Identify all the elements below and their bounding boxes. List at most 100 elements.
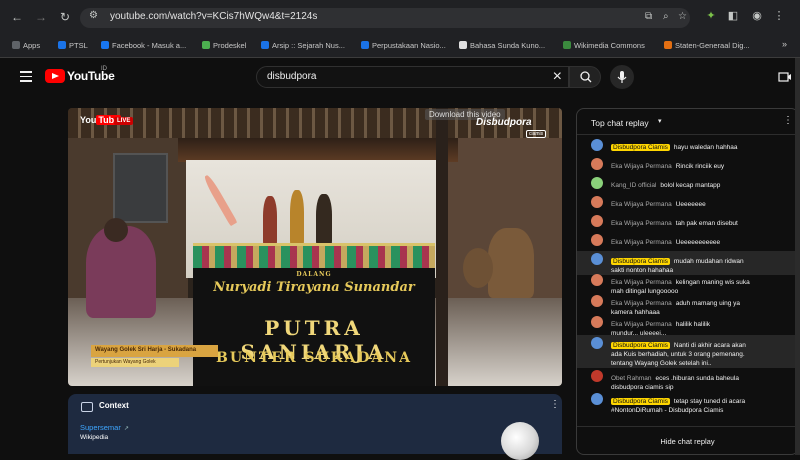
banner-dalang-label: DALANG <box>296 271 332 278</box>
banner-location: BUNTER SUKADANA <box>216 350 412 366</box>
context-more-icon[interactable]: ⋮ <box>550 399 560 410</box>
profile-icon[interactable]: ◉ <box>750 9 764 23</box>
chat-avatar[interactable] <box>591 234 603 246</box>
chat-message-text: kamera hahhaaa <box>611 309 660 316</box>
voice-search-button[interactable] <box>610 65 634 89</box>
chat-message-text: tentang Wayang Golek setelah ini.. <box>611 360 712 367</box>
page-scrollbar[interactable] <box>795 58 800 455</box>
chat-avatar[interactable] <box>591 370 603 382</box>
chat-message: disbudpora ciamis sip <box>611 380 793 392</box>
lower-third-subtitle: Pertunjukan Wayang Golek <box>91 358 179 367</box>
chat-message-text: #NontonDiRumah - Disbudpora Ciamis <box>611 407 724 414</box>
video-scene-gong <box>463 248 493 288</box>
chat-header: Top chat replay ▾ ⋮ <box>577 109 798 135</box>
search-input[interactable]: disbudpora × <box>256 66 569 88</box>
chat-avatar[interactable] <box>591 215 603 227</box>
chat-message-text: Rincik rinciik euy <box>675 163 725 170</box>
chat-author[interactable]: Eka Wijaya Permana <box>611 201 672 208</box>
chat-message: tentang Wayang Golek setelah ini.. <box>611 356 793 368</box>
bookmark-ptsl[interactable]: PTSL <box>58 41 88 50</box>
bookmark-bahasa-sunda[interactable]: Bahasa Sunda Kuno... <box>459 41 545 50</box>
back-icon[interactable]: ← <box>10 10 24 24</box>
chat-message-text: Ueeeeeeeeeee <box>675 239 721 246</box>
extensions-puzzle-icon[interactable]: ◧ <box>726 9 740 23</box>
chat-author[interactable]: Eka Wijaya Permana <box>611 220 672 227</box>
chat-avatar[interactable] <box>591 139 603 151</box>
chat-more-icon[interactable]: ⋮ <box>783 115 793 126</box>
chat-avatar[interactable] <box>591 158 603 170</box>
chat-message: Eka Wijaya Permana Ueeeeeeeeeee <box>611 235 793 247</box>
chat-author[interactable]: Eka Wijaya Permana <box>611 163 672 170</box>
chat-message: mah ditingal lungooooo <box>611 284 793 296</box>
chat-avatar[interactable] <box>591 316 603 328</box>
chat-message: Eka Wijaya Permana Ueeeeeee <box>611 197 793 209</box>
hamburger-menu-icon[interactable] <box>20 71 32 82</box>
chat-avatar[interactable] <box>591 253 603 265</box>
chat-author[interactable]: Disbudpora Ciamis <box>611 144 670 151</box>
microphone-icon <box>617 71 627 83</box>
youtube-wordmark[interactable]: YouTube <box>67 69 115 83</box>
chat-avatar[interactable] <box>591 393 603 405</box>
chat-message: kamera hahhaaa <box>611 305 793 317</box>
chat-avatar[interactable] <box>591 196 603 208</box>
bookmark-staten-generaal[interactable]: Staten-Generaal Dig... <box>664 41 750 50</box>
create-video-button[interactable] <box>778 70 792 82</box>
search-button[interactable] <box>569 66 601 88</box>
chat-message-text: tah pak eman disebut <box>675 220 738 227</box>
bookmark-prodeskel[interactable]: Prodeskel <box>202 41 246 50</box>
banner-dalang-name: Nuryadi Tirayana Sunandar <box>213 280 415 295</box>
cast-icon[interactable]: ⧉ <box>645 11 652 22</box>
chat-message: #NontonDiRumah - Disbudpora Ciamis <box>611 403 793 415</box>
context-title: Context <box>99 401 129 410</box>
wikipedia-globe-icon <box>501 422 539 460</box>
bookmark-star-icon[interactable]: ☆ <box>678 11 687 22</box>
chat-avatar[interactable] <box>591 274 603 286</box>
video-scene-puppet <box>263 196 277 246</box>
browser-menu-icon[interactable]: ⋮ <box>772 9 786 23</box>
chat-author[interactable]: Eka Wijaya Permana <box>611 239 672 246</box>
chat-author[interactable]: Kang_ID official <box>611 182 656 189</box>
search-query: disbudpora <box>267 71 317 82</box>
lower-third-title: Wayang Golek Sri Harja - Sukadana <box>91 345 218 357</box>
chat-message-text: bolol kecap mantapp <box>660 182 721 189</box>
forward-icon[interactable]: → <box>34 10 48 24</box>
hide-chat-replay-button[interactable]: Hide chat replay <box>577 426 798 454</box>
external-link-icon: ↗ <box>123 426 129 432</box>
channel-watermark-sub: ciamis <box>526 130 547 138</box>
chat-message-text: hayu waledan hahhaa <box>673 144 738 151</box>
chat-message-text: sakti nonton hahahaa <box>611 267 674 274</box>
extension-icon[interactable]: ✦ <box>704 9 718 23</box>
youtube-logo-icon[interactable] <box>45 69 65 83</box>
video-scene-puppet <box>316 194 332 246</box>
chat-message: Eka Wijaya Permana tah pak eman disebut <box>611 216 793 228</box>
chat-avatar[interactable] <box>591 177 603 189</box>
bookmark-facebook[interactable]: Facebook - Masuk a... <box>101 41 186 50</box>
address-bar[interactable]: ⚙ youtube.com/watch?v=KCis7hWQw4&t=2124s… <box>80 8 690 28</box>
video-scene-puppet <box>290 190 304 246</box>
site-info-icon[interactable]: ⚙ <box>89 10 98 21</box>
chevron-down-icon[interactable]: ▾ <box>658 117 662 125</box>
context-panel: Context ⋮ Supersemar ↗ Wikipedia <box>68 394 562 460</box>
info-panel-icon <box>81 402 93 412</box>
bookmark-perpustakaan[interactable]: Perpustakaan Nasio... <box>361 41 446 50</box>
banner-ornament <box>193 246 435 268</box>
chat-avatar[interactable] <box>591 337 603 349</box>
bookmark-apps[interactable]: Apps <box>12 41 40 50</box>
create-video-icon <box>778 72 791 82</box>
reload-icon[interactable]: ↻ <box>58 10 72 24</box>
bookmarks-overflow[interactable]: » <box>782 39 787 49</box>
chat-replay-panel: Top chat replay ▾ ⋮ Disbudpora Ciamis hay… <box>576 108 799 455</box>
url-text: youtube.com/watch?v=KCis7hWQw4&t=2124s <box>110 11 318 22</box>
clear-search-icon[interactable]: × <box>553 68 562 86</box>
live-badge: LIVE <box>114 117 134 125</box>
bookmark-wikimedia[interactable]: Wikimedia Commons <box>563 41 645 50</box>
chat-mode-selector[interactable]: Top chat replay <box>591 118 649 128</box>
zoom-icon[interactable]: ⌕ <box>663 11 669 22</box>
context-link[interactable]: Supersemar ↗ <box>80 423 129 432</box>
video-player[interactable]: DALANG Nuryadi Tirayana Sunandar PUTRA S… <box>68 108 562 386</box>
chat-message: Kang_ID official bolol kecap mantapp <box>611 178 793 190</box>
bookmark-arsip[interactable]: Arsip :: Sejarah Nus... <box>261 41 345 50</box>
channel-watermark: Disbudpora <box>476 117 532 128</box>
chat-message: sakti nonton hahahaa <box>611 263 793 275</box>
chat-avatar[interactable] <box>591 295 603 307</box>
